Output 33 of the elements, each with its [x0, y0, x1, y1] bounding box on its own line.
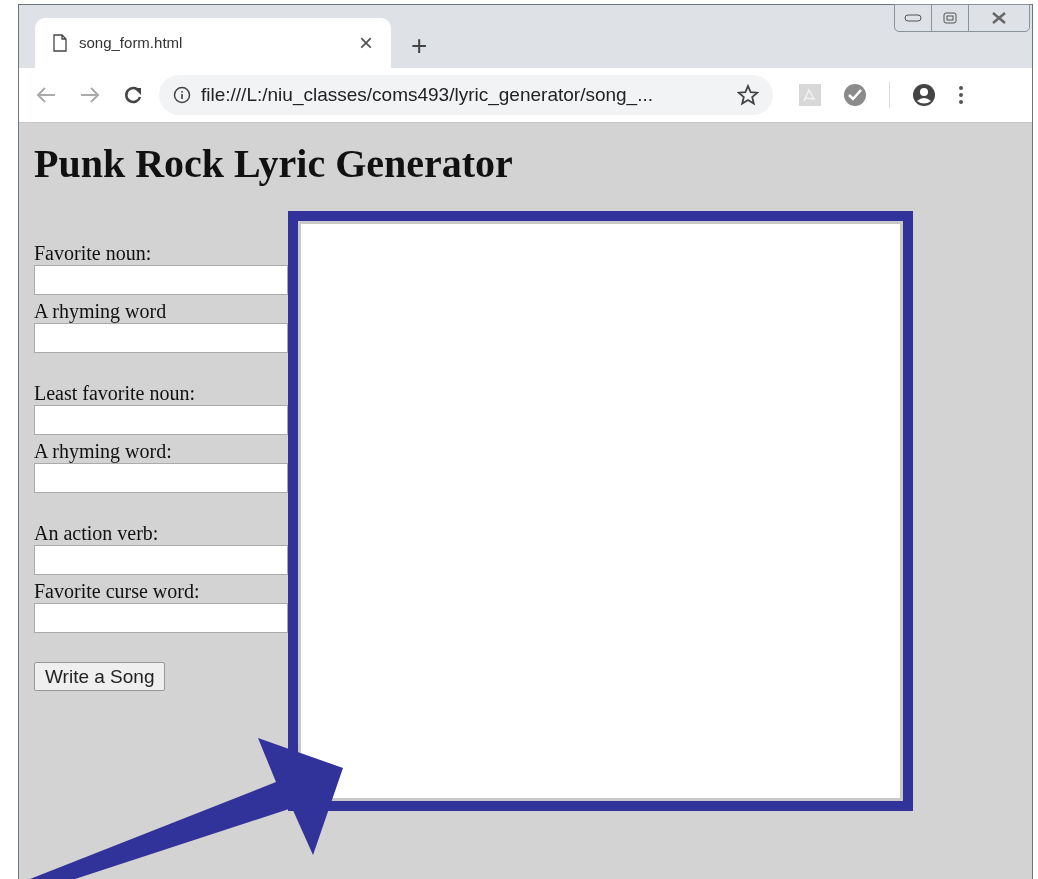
text-input[interactable]	[34, 265, 288, 295]
minimize-icon[interactable]	[904, 14, 922, 22]
write-song-button[interactable]: Write a Song	[34, 662, 166, 691]
page-heading: Punk Rock Lyric Generator	[34, 140, 513, 188]
browser-tab[interactable]: song_form.html ×	[35, 18, 391, 68]
account-icon[interactable]	[912, 83, 936, 107]
document-icon	[53, 34, 67, 52]
field-label: Favorite noun:	[34, 241, 152, 265]
back-arrow-icon[interactable]	[35, 86, 57, 104]
close-icon[interactable]	[991, 12, 1007, 24]
new-tab-button[interactable]: +	[411, 32, 428, 60]
field-label: An action verb:	[34, 521, 159, 545]
reload-icon[interactable]	[123, 85, 143, 105]
field-label: A rhyming word:	[34, 439, 172, 463]
text-input[interactable]	[34, 463, 288, 493]
text-input[interactable]	[34, 405, 288, 435]
tab-close-button[interactable]: ×	[359, 31, 373, 55]
field-label: A rhyming word	[34, 299, 167, 323]
tab-title: song_form.html	[79, 32, 184, 53]
star-icon[interactable]	[737, 84, 759, 106]
menu-icon[interactable]	[958, 85, 964, 105]
info-icon	[173, 86, 191, 104]
text-input[interactable]	[34, 545, 288, 575]
text-input[interactable]	[34, 323, 288, 353]
url-text: file:///L:/niu_classes/coms493/lyric_generator/song_...	[201, 82, 654, 108]
field-label: Favorite curse word:	[34, 579, 200, 603]
text-input[interactable]	[34, 603, 288, 633]
checkmark-extension-icon[interactable]	[843, 83, 867, 107]
address-bar[interactable]: file:///L:/niu_classes/coms493/lyric_generator/song_...	[159, 75, 773, 115]
field-label: Least favorite noun:	[34, 381, 196, 405]
maximize-icon[interactable]	[943, 12, 957, 24]
forward-arrow-icon[interactable]	[79, 86, 101, 104]
pdf-extension-icon[interactable]	[799, 84, 821, 106]
